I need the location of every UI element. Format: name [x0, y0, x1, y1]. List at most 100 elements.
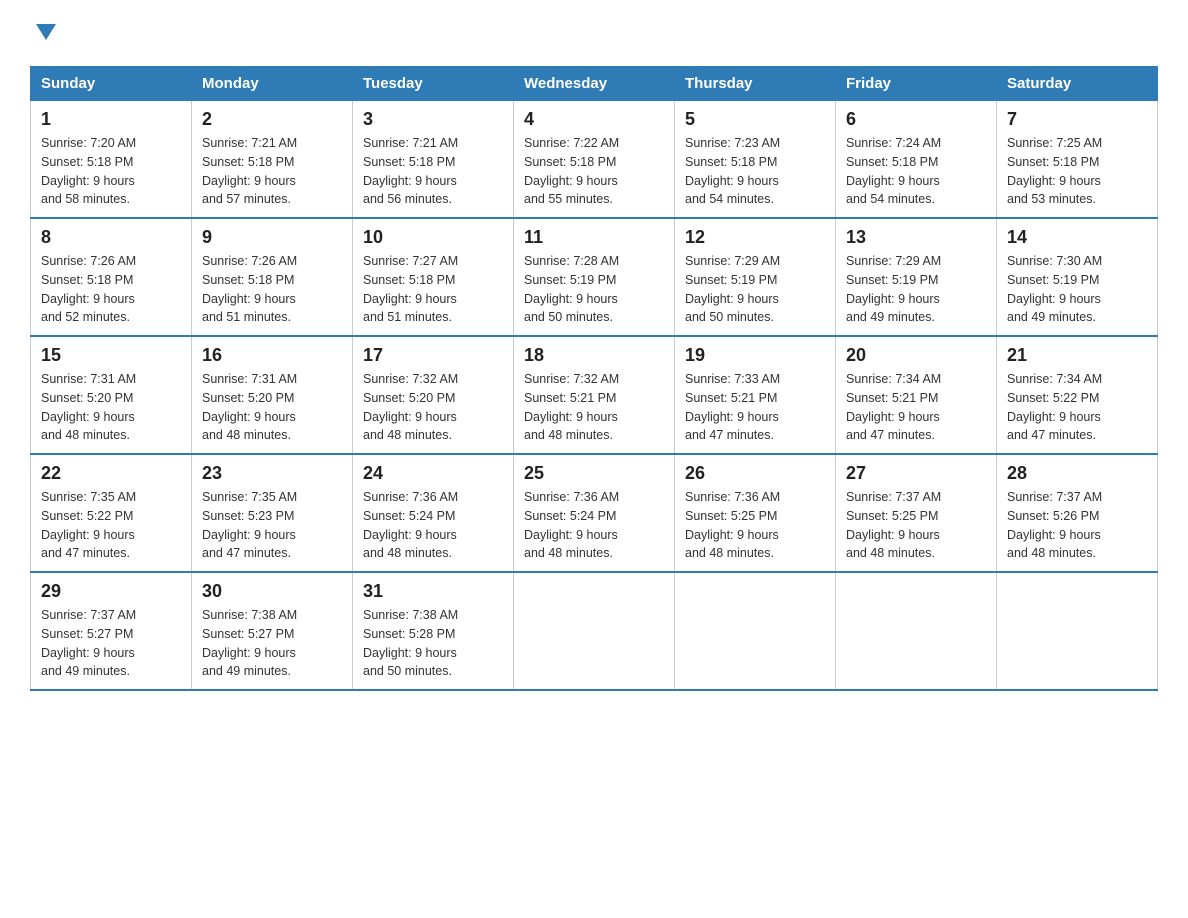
day-cell: 18 Sunrise: 7:32 AM Sunset: 5:21 PM Dayl… [514, 336, 675, 454]
day-cell: 14 Sunrise: 7:30 AM Sunset: 5:19 PM Dayl… [997, 218, 1158, 336]
day-info: Sunrise: 7:29 AM Sunset: 5:19 PM Dayligh… [685, 252, 825, 327]
day-cell [836, 572, 997, 690]
day-info: Sunrise: 7:31 AM Sunset: 5:20 PM Dayligh… [41, 370, 181, 445]
day-cell: 13 Sunrise: 7:29 AM Sunset: 5:19 PM Dayl… [836, 218, 997, 336]
logo [30, 20, 60, 46]
day-info: Sunrise: 7:25 AM Sunset: 5:18 PM Dayligh… [1007, 134, 1147, 209]
day-cell: 31 Sunrise: 7:38 AM Sunset: 5:28 PM Dayl… [353, 572, 514, 690]
day-info: Sunrise: 7:37 AM Sunset: 5:26 PM Dayligh… [1007, 488, 1147, 563]
day-number: 5 [685, 109, 825, 130]
day-cell: 11 Sunrise: 7:28 AM Sunset: 5:19 PM Dayl… [514, 218, 675, 336]
week-row-3: 15 Sunrise: 7:31 AM Sunset: 5:20 PM Dayl… [31, 336, 1158, 454]
day-info: Sunrise: 7:37 AM Sunset: 5:27 PM Dayligh… [41, 606, 181, 681]
day-cell [675, 572, 836, 690]
day-info: Sunrise: 7:28 AM Sunset: 5:19 PM Dayligh… [524, 252, 664, 327]
day-number: 14 [1007, 227, 1147, 248]
day-number: 19 [685, 345, 825, 366]
day-cell [997, 572, 1158, 690]
day-info: Sunrise: 7:24 AM Sunset: 5:18 PM Dayligh… [846, 134, 986, 209]
day-cell: 24 Sunrise: 7:36 AM Sunset: 5:24 PM Dayl… [353, 454, 514, 572]
week-row-1: 1 Sunrise: 7:20 AM Sunset: 5:18 PM Dayli… [31, 101, 1158, 219]
day-info: Sunrise: 7:21 AM Sunset: 5:18 PM Dayligh… [202, 134, 342, 209]
day-cell: 23 Sunrise: 7:35 AM Sunset: 5:23 PM Dayl… [192, 454, 353, 572]
day-number: 13 [846, 227, 986, 248]
header-row: SundayMondayTuesdayWednesdayThursdayFrid… [31, 67, 1158, 101]
day-info: Sunrise: 7:36 AM Sunset: 5:24 PM Dayligh… [524, 488, 664, 563]
day-number: 28 [1007, 463, 1147, 484]
day-cell: 10 Sunrise: 7:27 AM Sunset: 5:18 PM Dayl… [353, 218, 514, 336]
day-number: 18 [524, 345, 664, 366]
day-number: 29 [41, 581, 181, 602]
header-cell-sunday: Sunday [31, 67, 192, 101]
day-cell: 22 Sunrise: 7:35 AM Sunset: 5:22 PM Dayl… [31, 454, 192, 572]
day-cell: 15 Sunrise: 7:31 AM Sunset: 5:20 PM Dayl… [31, 336, 192, 454]
day-cell: 25 Sunrise: 7:36 AM Sunset: 5:24 PM Dayl… [514, 454, 675, 572]
day-cell: 29 Sunrise: 7:37 AM Sunset: 5:27 PM Dayl… [31, 572, 192, 690]
day-info: Sunrise: 7:32 AM Sunset: 5:20 PM Dayligh… [363, 370, 503, 445]
day-cell: 19 Sunrise: 7:33 AM Sunset: 5:21 PM Dayl… [675, 336, 836, 454]
day-info: Sunrise: 7:22 AM Sunset: 5:18 PM Dayligh… [524, 134, 664, 209]
day-info: Sunrise: 7:37 AM Sunset: 5:25 PM Dayligh… [846, 488, 986, 563]
day-number: 16 [202, 345, 342, 366]
day-cell: 16 Sunrise: 7:31 AM Sunset: 5:20 PM Dayl… [192, 336, 353, 454]
day-cell: 20 Sunrise: 7:34 AM Sunset: 5:21 PM Dayl… [836, 336, 997, 454]
day-number: 6 [846, 109, 986, 130]
day-cell: 4 Sunrise: 7:22 AM Sunset: 5:18 PM Dayli… [514, 101, 675, 219]
day-number: 17 [363, 345, 503, 366]
day-number: 4 [524, 109, 664, 130]
day-number: 15 [41, 345, 181, 366]
day-number: 1 [41, 109, 181, 130]
calendar-table: SundayMondayTuesdayWednesdayThursdayFrid… [30, 66, 1158, 691]
day-info: Sunrise: 7:36 AM Sunset: 5:25 PM Dayligh… [685, 488, 825, 563]
day-number: 7 [1007, 109, 1147, 130]
day-info: Sunrise: 7:26 AM Sunset: 5:18 PM Dayligh… [41, 252, 181, 327]
header-cell-saturday: Saturday [997, 67, 1158, 101]
day-info: Sunrise: 7:31 AM Sunset: 5:20 PM Dayligh… [202, 370, 342, 445]
day-info: Sunrise: 7:20 AM Sunset: 5:18 PM Dayligh… [41, 134, 181, 209]
day-cell: 17 Sunrise: 7:32 AM Sunset: 5:20 PM Dayl… [353, 336, 514, 454]
day-info: Sunrise: 7:21 AM Sunset: 5:18 PM Dayligh… [363, 134, 503, 209]
week-row-4: 22 Sunrise: 7:35 AM Sunset: 5:22 PM Dayl… [31, 454, 1158, 572]
day-info: Sunrise: 7:33 AM Sunset: 5:21 PM Dayligh… [685, 370, 825, 445]
day-number: 9 [202, 227, 342, 248]
day-cell: 1 Sunrise: 7:20 AM Sunset: 5:18 PM Dayli… [31, 101, 192, 219]
week-row-2: 8 Sunrise: 7:26 AM Sunset: 5:18 PM Dayli… [31, 218, 1158, 336]
day-number: 10 [363, 227, 503, 248]
day-info: Sunrise: 7:26 AM Sunset: 5:18 PM Dayligh… [202, 252, 342, 327]
day-number: 26 [685, 463, 825, 484]
day-number: 2 [202, 109, 342, 130]
day-cell: 28 Sunrise: 7:37 AM Sunset: 5:26 PM Dayl… [997, 454, 1158, 572]
day-number: 31 [363, 581, 503, 602]
header-cell-wednesday: Wednesday [514, 67, 675, 101]
logo-triangle-icon [32, 18, 60, 46]
header-cell-thursday: Thursday [675, 67, 836, 101]
day-cell: 30 Sunrise: 7:38 AM Sunset: 5:27 PM Dayl… [192, 572, 353, 690]
day-cell: 12 Sunrise: 7:29 AM Sunset: 5:19 PM Dayl… [675, 218, 836, 336]
day-cell: 8 Sunrise: 7:26 AM Sunset: 5:18 PM Dayli… [31, 218, 192, 336]
header-cell-tuesday: Tuesday [353, 67, 514, 101]
calendar-header: SundayMondayTuesdayWednesdayThursdayFrid… [31, 67, 1158, 101]
day-number: 3 [363, 109, 503, 130]
day-number: 27 [846, 463, 986, 484]
day-info: Sunrise: 7:23 AM Sunset: 5:18 PM Dayligh… [685, 134, 825, 209]
day-cell: 6 Sunrise: 7:24 AM Sunset: 5:18 PM Dayli… [836, 101, 997, 219]
day-number: 30 [202, 581, 342, 602]
day-cell [514, 572, 675, 690]
day-info: Sunrise: 7:34 AM Sunset: 5:22 PM Dayligh… [1007, 370, 1147, 445]
day-cell: 7 Sunrise: 7:25 AM Sunset: 5:18 PM Dayli… [997, 101, 1158, 219]
day-cell: 21 Sunrise: 7:34 AM Sunset: 5:22 PM Dayl… [997, 336, 1158, 454]
day-info: Sunrise: 7:32 AM Sunset: 5:21 PM Dayligh… [524, 370, 664, 445]
day-cell: 2 Sunrise: 7:21 AM Sunset: 5:18 PM Dayli… [192, 101, 353, 219]
day-number: 20 [846, 345, 986, 366]
day-cell: 5 Sunrise: 7:23 AM Sunset: 5:18 PM Dayli… [675, 101, 836, 219]
day-info: Sunrise: 7:35 AM Sunset: 5:22 PM Dayligh… [41, 488, 181, 563]
header-cell-monday: Monday [192, 67, 353, 101]
day-info: Sunrise: 7:35 AM Sunset: 5:23 PM Dayligh… [202, 488, 342, 563]
day-info: Sunrise: 7:34 AM Sunset: 5:21 PM Dayligh… [846, 370, 986, 445]
header-cell-friday: Friday [836, 67, 997, 101]
day-number: 22 [41, 463, 181, 484]
day-number: 25 [524, 463, 664, 484]
day-number: 21 [1007, 345, 1147, 366]
day-cell: 3 Sunrise: 7:21 AM Sunset: 5:18 PM Dayli… [353, 101, 514, 219]
day-info: Sunrise: 7:27 AM Sunset: 5:18 PM Dayligh… [363, 252, 503, 327]
